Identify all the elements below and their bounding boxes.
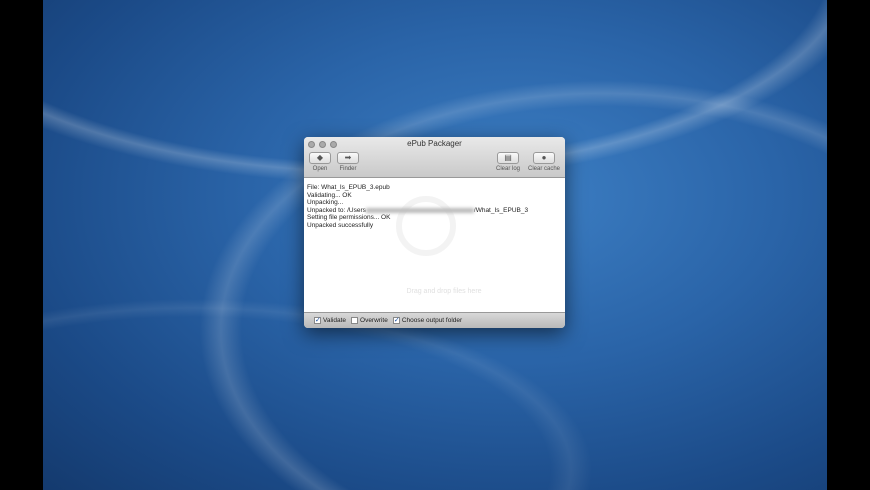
checkmark-icon: ✓ bbox=[392, 317, 400, 324]
epub-packager-window: ePub Packager ◆ Open ➡ Finder ▤ Clear log ●… bbox=[304, 137, 565, 328]
log-line: File: What_Is_EPUB_3.epub bbox=[307, 184, 390, 191]
validate-checkbox[interactable]: ✓ Validate bbox=[314, 317, 346, 324]
epub-watermark-icon bbox=[396, 196, 456, 256]
drop-hint: Drag and drop files here bbox=[406, 288, 482, 295]
options-bar: ✓ Validate Overwrite ✓ Choose output folde… bbox=[304, 312, 565, 328]
choose-output-folder-label: Choose output folder bbox=[401, 317, 463, 324]
open-label: Open bbox=[312, 166, 328, 172]
clear-cache-label: Clear cache bbox=[527, 166, 560, 172]
open-button[interactable]: ◆ Open bbox=[308, 152, 332, 172]
open-icon: ◆ bbox=[309, 152, 331, 164]
finder-button[interactable]: ➡ Finder bbox=[336, 152, 360, 172]
clear-log-icon: ▤ bbox=[497, 152, 519, 164]
log-area[interactable]: File: What_Is_EPUB_3.epub Validating... … bbox=[304, 178, 565, 312]
clear-log-label: Clear log bbox=[495, 166, 520, 172]
clear-cache-icon: ● bbox=[533, 152, 555, 164]
unpacked-prefix: Unpacked to: /Users bbox=[307, 206, 366, 214]
arrow-right-icon: ➡ bbox=[337, 152, 359, 164]
redacted-path bbox=[365, 207, 474, 213]
unpacked-suffix: /What_Is_EPUB_3 bbox=[473, 206, 529, 214]
finder-label: Finder bbox=[339, 166, 357, 172]
window-title: ePub Packager bbox=[407, 139, 462, 148]
clear-cache-button[interactable]: ● Clear cache bbox=[526, 152, 562, 172]
checkmark-icon: ✓ bbox=[314, 317, 321, 324]
overwrite-checkbox[interactable]: Overwrite bbox=[351, 317, 388, 324]
title-bar: ePub Packager ◆ Open ➡ Finder ▤ Clear log ●… bbox=[304, 137, 565, 178]
checkbox-empty-icon bbox=[351, 317, 359, 324]
validate-label: Validate bbox=[323, 317, 347, 324]
clear-log-button[interactable]: ▤ Clear log bbox=[494, 152, 522, 172]
overwrite-label: Overwrite bbox=[360, 317, 388, 324]
choose-output-folder-checkbox[interactable]: ✓ Choose output folder bbox=[392, 317, 463, 324]
